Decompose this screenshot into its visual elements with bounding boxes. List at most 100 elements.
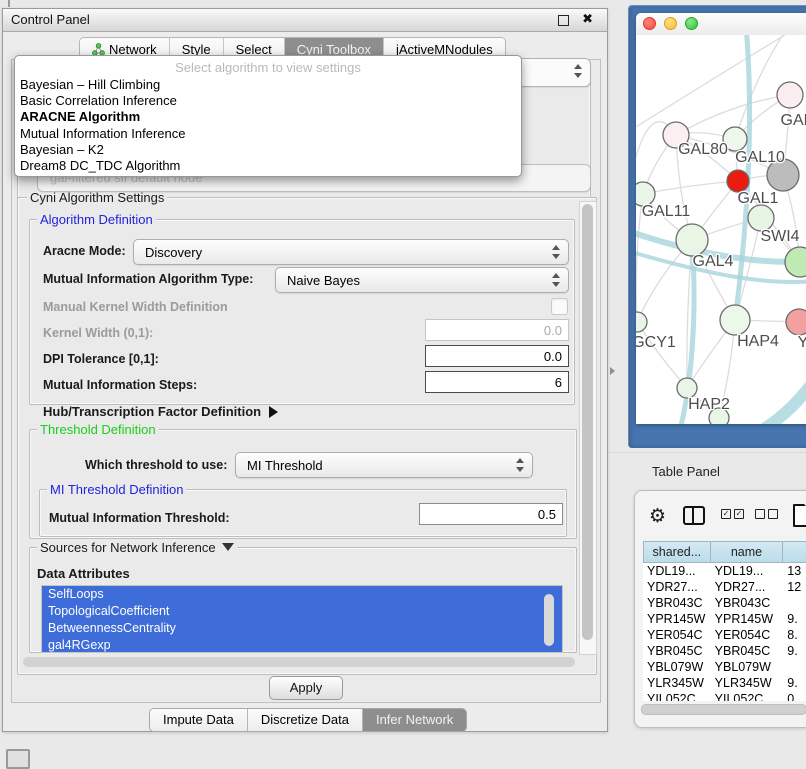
column-header-shared-[interactable]: shared... bbox=[643, 541, 711, 563]
table-cell: YIL052C bbox=[711, 691, 784, 701]
dropdown-item-dream8-dc-tdc-algorithm[interactable]: Dream8 DC_TDC Algorithm bbox=[15, 158, 521, 174]
dpi-tolerance-label: DPI Tolerance [0,1]: bbox=[43, 352, 159, 366]
window-title: Control Panel bbox=[11, 12, 90, 27]
node-label-gal7: GAL7 bbox=[781, 112, 806, 129]
desktop: { "control_panel": { "title": "Control P… bbox=[0, 0, 806, 762]
apply-button[interactable]: Apply bbox=[269, 676, 343, 700]
table-cell: YLR345W bbox=[643, 675, 711, 691]
settings-vscrollbar[interactable] bbox=[579, 201, 597, 655]
data-attributes-label: Data Attributes bbox=[37, 567, 130, 581]
table-cell: 9. bbox=[783, 675, 806, 691]
attr-item-betweennesscentrality[interactable]: BetweennessCentrality bbox=[42, 620, 562, 637]
table-cell: YBL079W bbox=[643, 659, 711, 675]
dpi-tolerance-field[interactable]: 0.0 bbox=[425, 345, 569, 367]
deselect-all-icon[interactable] bbox=[755, 509, 765, 519]
splitter-collapse-icon[interactable] bbox=[610, 367, 615, 375]
float-window-icon[interactable] bbox=[558, 15, 569, 26]
node-label-gcy1: GCY1 bbox=[636, 334, 676, 351]
network-node-gal4[interactable] bbox=[676, 224, 708, 256]
table-row[interactable]: YBR043CYBR043C bbox=[643, 595, 806, 611]
network-edge[interactable] bbox=[735, 35, 786, 139]
dropdown-item-aracne-algorithm[interactable]: ARACNE Algorithm bbox=[15, 109, 521, 125]
network-edge[interactable] bbox=[643, 181, 738, 194]
settings-vscrollbar-thumb[interactable] bbox=[582, 204, 593, 640]
minimize-traffic-light[interactable] bbox=[664, 17, 677, 30]
tab-discretize-data[interactable]: Discretize Data bbox=[247, 709, 362, 731]
table-cell: YDL19... bbox=[643, 563, 711, 579]
table-cell: 13 bbox=[783, 563, 806, 579]
kernel-width-field[interactable]: 0.0 bbox=[425, 319, 569, 341]
network-node-gal1[interactable] bbox=[727, 170, 749, 192]
network-node-hap4[interactable] bbox=[720, 305, 750, 335]
network-node-hap2[interactable] bbox=[677, 378, 697, 398]
table-cell: YBR043C bbox=[643, 595, 711, 611]
table-cell: YBR045C bbox=[711, 643, 784, 659]
attr-item-selfloops[interactable]: SelfLoops bbox=[42, 586, 562, 603]
deselect-all-icon-2[interactable] bbox=[768, 509, 778, 519]
network-edge[interactable] bbox=[637, 322, 687, 388]
table-row[interactable]: YBL079WYBL079W bbox=[643, 659, 806, 675]
zoom-traffic-light[interactable] bbox=[685, 17, 698, 30]
network-canvas[interactable]: GAL7GAL80GAL10GAL1GAL11SWI4GAL4GCY1HAP4Y… bbox=[636, 35, 806, 424]
attr-item-gal4rgexp[interactable]: gal4RGexp bbox=[42, 637, 562, 653]
aracne-mode-combo[interactable]: Discovery bbox=[133, 239, 569, 265]
gear-icon[interactable]: ⚙ bbox=[649, 503, 666, 529]
table-row[interactable]: YDR27...YDR27...12 bbox=[643, 579, 806, 595]
mi-threshold-field[interactable]: 0.5 bbox=[419, 503, 563, 525]
settings-hscrollbar-thumb[interactable] bbox=[23, 657, 575, 667]
dropdown-item-bayesian-k2[interactable]: Bayesian – K2 bbox=[15, 142, 521, 158]
close-icon[interactable]: ✖ bbox=[582, 12, 593, 27]
network-node-y[interactable] bbox=[786, 309, 806, 335]
aracne-mode-label: Aracne Mode: bbox=[43, 244, 126, 258]
threshold-definition-title: Threshold Definition bbox=[37, 423, 159, 436]
table-row[interactable]: YER054CYER054C8. bbox=[643, 627, 806, 643]
network-node[interactable] bbox=[785, 247, 806, 277]
tab-impute-data[interactable]: Impute Data bbox=[150, 709, 247, 731]
algorithm-definition-title: Algorithm Definition bbox=[37, 213, 156, 226]
network-edge-highlighted[interactable] bbox=[754, 373, 806, 424]
table-row[interactable]: YBR045CYBR045C9. bbox=[643, 643, 806, 659]
document-icon[interactable] bbox=[793, 504, 806, 527]
combo-arrows-icon bbox=[515, 458, 524, 472]
select-all-icon-2[interactable]: ✓ bbox=[734, 509, 744, 519]
combo-arrows-icon bbox=[551, 245, 560, 259]
split-view-icon[interactable] bbox=[683, 506, 705, 525]
hub-definition-toggle[interactable]: Hub/Transcription Factor Definition bbox=[43, 405, 278, 419]
close-traffic-light[interactable] bbox=[643, 17, 656, 30]
tab-infer-network[interactable]: Infer Network bbox=[362, 709, 466, 731]
node-table: shared...name YDL19...YDL19...13YDR27...… bbox=[643, 541, 806, 701]
minimized-panel-icon[interactable] bbox=[6, 749, 30, 769]
table-header-row: shared...name bbox=[643, 541, 806, 563]
network-node-gcy1[interactable] bbox=[636, 312, 647, 332]
select-all-icon[interactable]: ✓ bbox=[721, 509, 731, 519]
table-row[interactable]: YPR145WYPR145W9. bbox=[643, 611, 806, 627]
network-window-titlebar[interactable] bbox=[636, 13, 806, 36]
table-row[interactable]: YDL19...YDL19...13 bbox=[643, 563, 806, 579]
control-panel-titlebar[interactable]: Control Panel ✖ bbox=[3, 9, 607, 32]
attr-item-topologicalcoefficient[interactable]: TopologicalCoefficient bbox=[42, 603, 562, 620]
node-label-y: Y bbox=[798, 334, 806, 351]
mi-threshold-group-title: MI Threshold Definition bbox=[47, 483, 186, 496]
table-hscrollbar-thumb[interactable] bbox=[641, 704, 806, 715]
table-cell: YER054C bbox=[643, 627, 711, 643]
dropdown-item-basic-correlation-inference[interactable]: Basic Correlation Inference bbox=[15, 93, 521, 109]
node-label-hap2: HAP2 bbox=[688, 396, 730, 413]
dropdown-item-mutual-information-inference[interactable]: Mutual Information Inference bbox=[15, 126, 521, 142]
list-scrollbar-thumb[interactable] bbox=[544, 594, 554, 646]
data-attributes-list[interactable]: SelfLoopsTopologicalCoefficientBetweenne… bbox=[41, 585, 563, 653]
network-edge[interactable] bbox=[636, 35, 788, 130]
network-node-gal7[interactable] bbox=[777, 82, 803, 108]
sources-group-title[interactable]: Sources for Network Inference bbox=[37, 541, 237, 554]
which-threshold-combo[interactable]: MI Threshold bbox=[235, 452, 533, 478]
manual-kernel-checkbox[interactable] bbox=[551, 298, 568, 315]
table-row[interactable]: YIL052CYIL052C0. bbox=[643, 691, 806, 701]
column-header-name[interactable]: name bbox=[711, 541, 784, 563]
table-cell: YBR043C bbox=[711, 595, 784, 611]
dropdown-item-bayesian-hill-climbing[interactable]: Bayesian – Hill Climbing bbox=[15, 77, 521, 93]
column-header-extra[interactable] bbox=[783, 541, 806, 563]
settings-group-title: Cyni Algorithm Settings bbox=[27, 191, 167, 204]
mi-type-combo[interactable]: Naive Bayes bbox=[275, 267, 569, 293]
mi-steps-field[interactable]: 6 bbox=[425, 371, 569, 393]
table-row[interactable]: YLR345WYLR345W9. bbox=[643, 675, 806, 691]
dropdown-items: Bayesian – Hill ClimbingBasic Correlatio… bbox=[15, 77, 521, 174]
